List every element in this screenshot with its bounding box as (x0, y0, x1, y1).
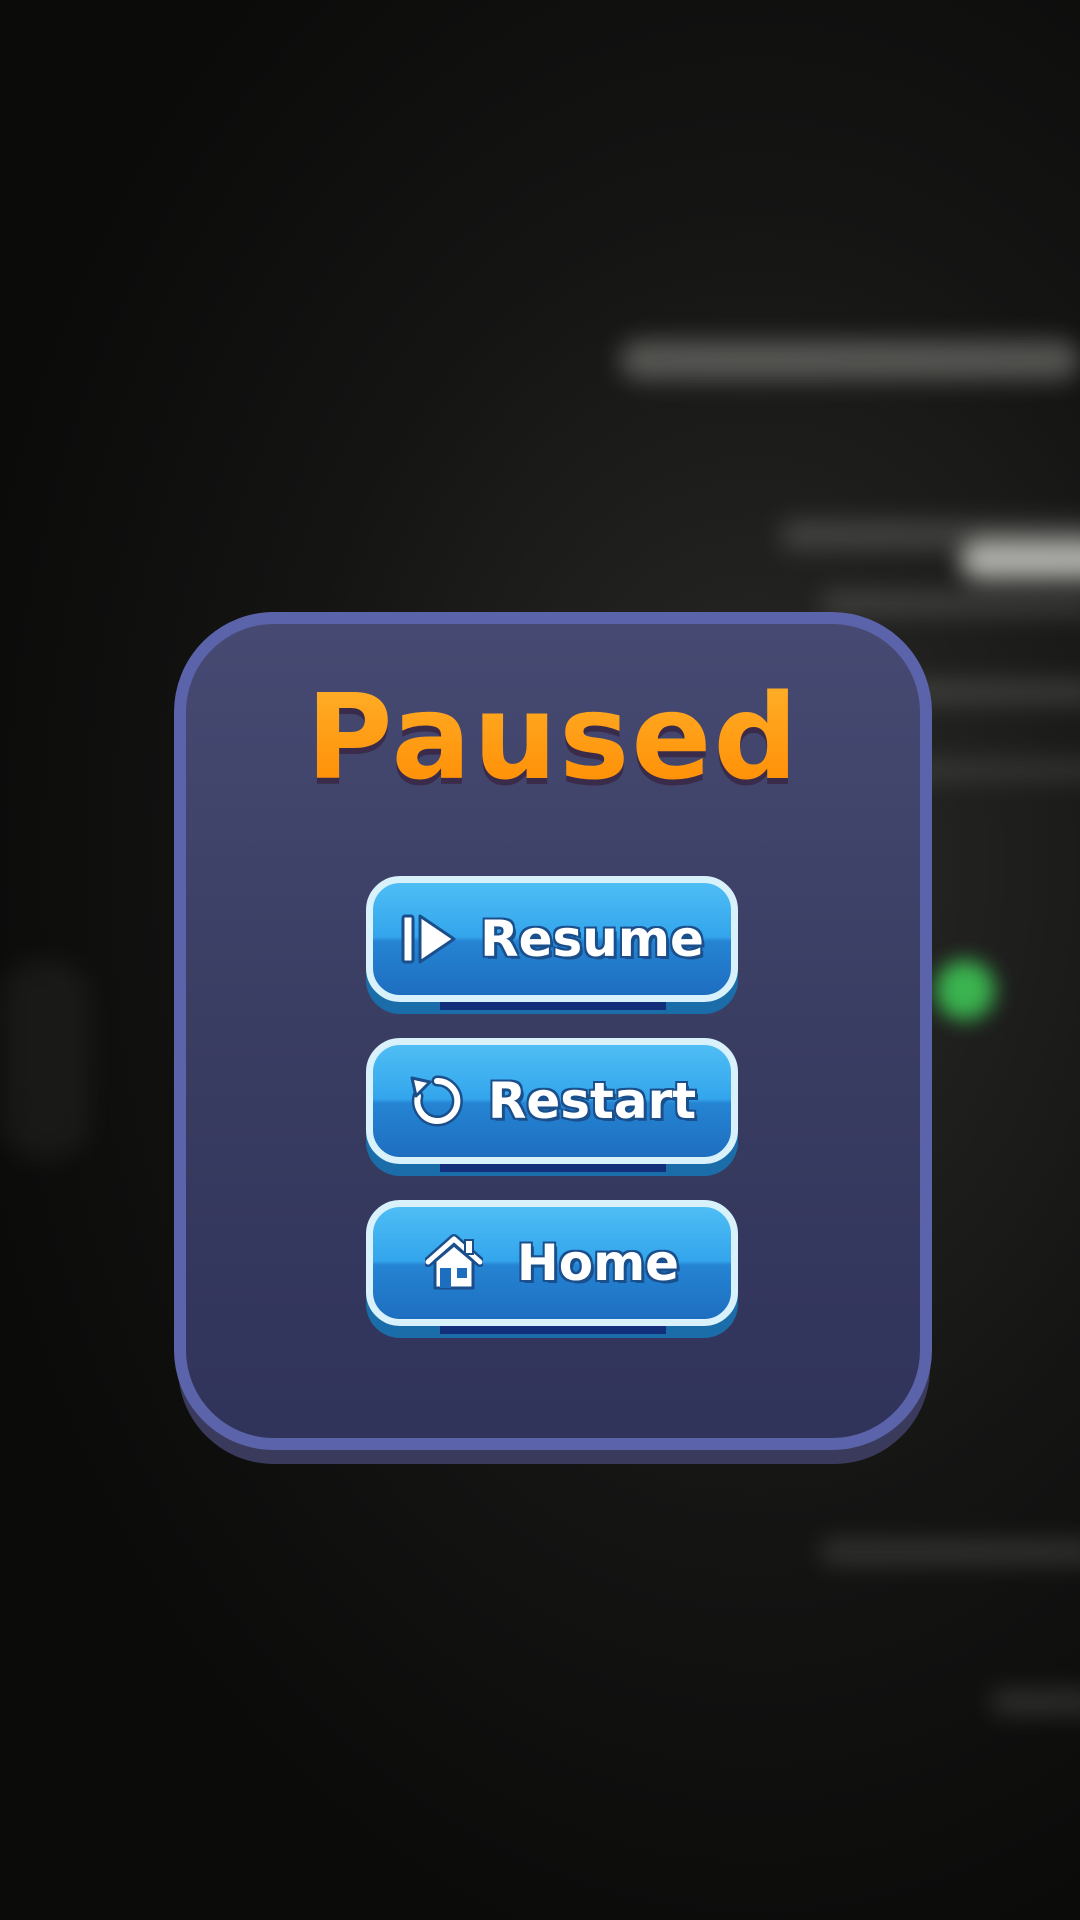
restart-button[interactable]: Restart (366, 1038, 738, 1176)
pause-title: Paused (174, 668, 932, 806)
resume-button[interactable]: Resume (366, 876, 738, 1014)
resume-label: Resume (480, 910, 704, 968)
home-icon (424, 1234, 483, 1290)
play-icon (401, 914, 456, 964)
restart-icon (410, 1075, 463, 1127)
home-button[interactable]: Home (366, 1200, 738, 1338)
home-button-face[interactable]: Home (366, 1200, 738, 1326)
restart-label: Restart (487, 1072, 697, 1130)
home-label: Home (516, 1234, 680, 1292)
green-light (935, 960, 995, 1020)
restart-button-face[interactable]: Restart (366, 1038, 738, 1164)
resume-button-face[interactable]: Resume (366, 876, 738, 1002)
